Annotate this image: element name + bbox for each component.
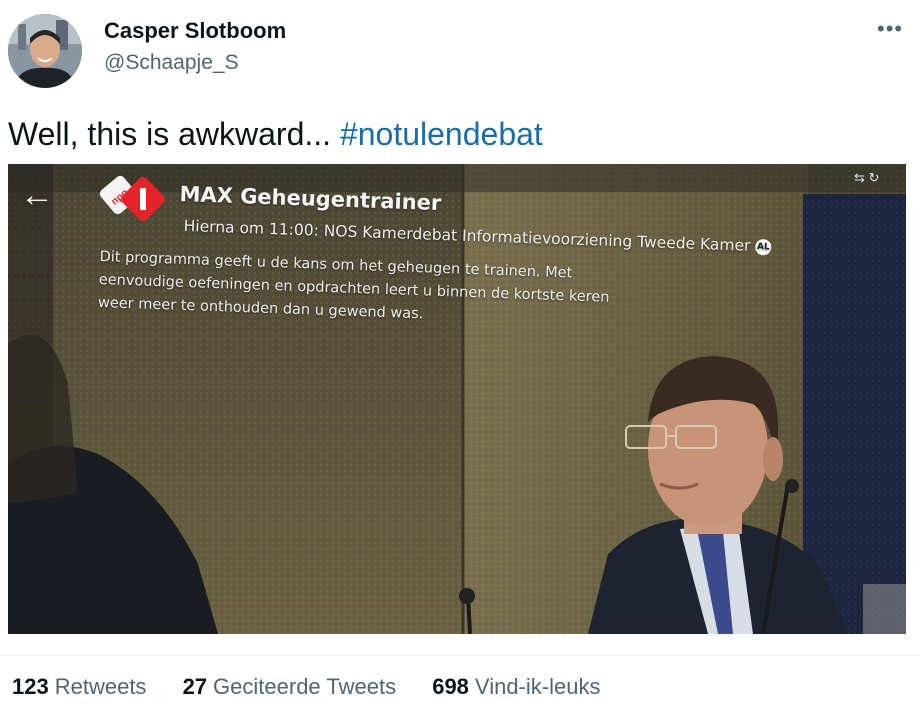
arrow-left-icon: ← — [20, 176, 54, 214]
tweet-header: Casper Slotboom @Schaapje_S ••• — [0, 0, 920, 100]
tweet-stats: 123 Retweets 27 Geciteerde Tweets 698 Vind-… — [12, 674, 630, 700]
avatar[interactable] — [8, 14, 82, 88]
npo1-logo: npo — [100, 174, 170, 226]
retweets-stat[interactable]: 123 Retweets — [12, 674, 146, 700]
likes-count: 698 — [432, 674, 469, 699]
tweet-media[interactable]: ← npo MAX Geheugentrainer Hierna om 11:0… — [8, 164, 906, 634]
retweets-label: Retweets — [54, 674, 147, 699]
quotes-count: 27 — [182, 674, 208, 699]
tweet-body: Well, this is awkward... — [8, 116, 340, 152]
more-horizontal-icon[interactable]: ••• — [877, 16, 903, 42]
age-rating-badge: AL — [755, 238, 772, 256]
likes-stat[interactable]: 698 Vind-ik-leuks — [432, 674, 600, 700]
user-handle[interactable]: @Schaapje_S — [104, 51, 239, 75]
retweets-count: 123 — [12, 674, 49, 699]
quotes-label: Geciteerde Tweets — [213, 674, 397, 699]
tweet-text: Well, this is awkward... #notulendebat — [8, 116, 543, 153]
likes-label: Vind-ik-leuks — [474, 674, 601, 699]
divider — [0, 655, 920, 656]
hashtag-link[interactable]: #notulendebat — [340, 116, 543, 152]
quote-tweets-stat[interactable]: 27 Geciteerde Tweets — [183, 674, 397, 700]
display-name[interactable]: Casper Slotboom — [104, 18, 286, 44]
tv-status-icons: ⇆ ↻ — [854, 170, 880, 185]
